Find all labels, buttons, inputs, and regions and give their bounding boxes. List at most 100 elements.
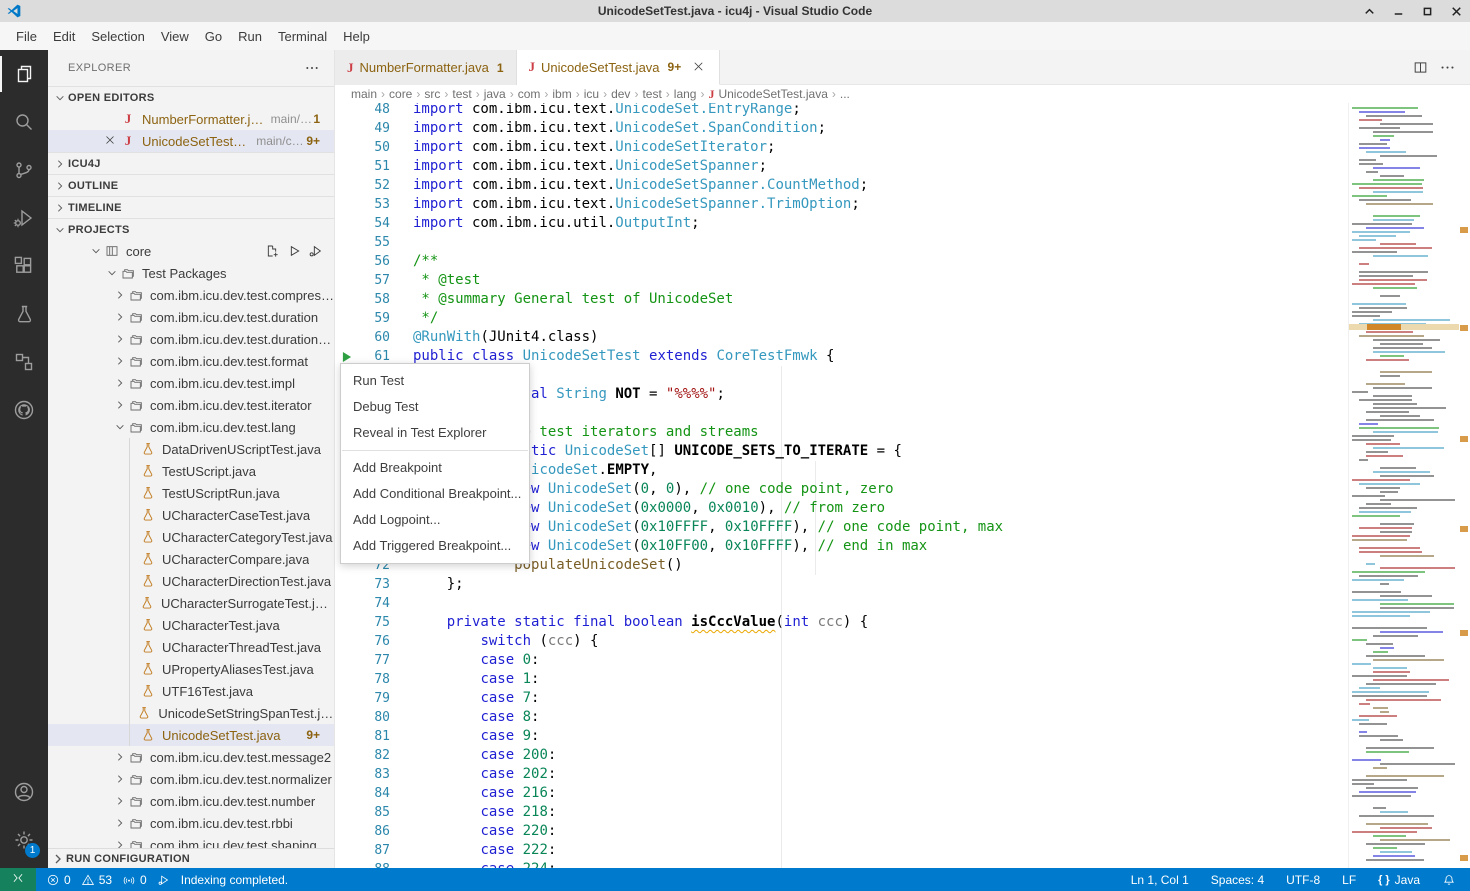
debug-alt-icon[interactable] xyxy=(308,243,324,259)
menu-item-debug-test[interactable]: Debug Test xyxy=(341,394,529,420)
tree-item-core[interactable]: core xyxy=(48,240,334,262)
close-window-icon[interactable] xyxy=(1449,4,1464,19)
section-timeline[interactable]: TIMELINE xyxy=(48,196,334,218)
tree-item-testuscript-java[interactable]: TestUScript.java xyxy=(48,460,334,482)
menu-item-add-conditional-breakpoint-[interactable]: Add Conditional Breakpoint... xyxy=(341,481,529,507)
breadcrumb-item[interactable]: main xyxy=(351,87,377,101)
testing-icon[interactable] xyxy=(0,290,48,338)
menu-item-add-logpoint-[interactable]: Add Logpoint... xyxy=(341,507,529,533)
split-editor-icon[interactable] xyxy=(1412,59,1429,76)
breadcrumb-item[interactable]: dev xyxy=(611,87,630,101)
tree-item-unicodesettest-java[interactable]: UnicodeSetTest.java9+ xyxy=(48,724,334,746)
tree-item-com-ibm-icu-dev-test-duration-l-[interactable]: com.ibm.icu.dev.test.duration.l... xyxy=(48,328,334,350)
explorer-icon[interactable] xyxy=(0,50,48,98)
section-icu4j[interactable]: ICU4J xyxy=(48,152,334,174)
extensions-icon[interactable] xyxy=(0,242,48,290)
tree-item-unicodesetstringspantest-java[interactable]: UnicodeSetStringSpanTest.java xyxy=(48,702,334,724)
menu-item-add-triggered-breakpoint-[interactable]: Add Triggered Breakpoint... xyxy=(341,533,529,559)
close-editor-icon[interactable] xyxy=(100,133,120,149)
section-outline[interactable]: OUTLINE xyxy=(48,174,334,196)
tree-item-ucharactercompare-java[interactable]: UCharacterCompare.java xyxy=(48,548,334,570)
menu-run[interactable]: Run xyxy=(230,26,270,47)
tree-item-com-ibm-icu-dev-test-lang[interactable]: com.ibm.icu.dev.test.lang xyxy=(48,416,334,438)
status-bell[interactable] xyxy=(1442,873,1456,887)
status-broadcast[interactable]: 0 xyxy=(122,873,147,887)
references-icon[interactable] xyxy=(0,338,48,386)
minimize-icon[interactable] xyxy=(1391,4,1406,19)
status-debug-status[interactable] xyxy=(157,873,171,887)
menu-file[interactable]: File xyxy=(8,26,45,47)
section-run-configuration[interactable]: RUN CONFIGURATION xyxy=(48,848,334,868)
breadcrumb-item[interactable]: core xyxy=(389,87,412,101)
breadcrumb-item[interactable]: test xyxy=(642,87,661,101)
breadcrumb-item[interactable]: com xyxy=(518,87,541,101)
new-file-icon[interactable] xyxy=(264,243,280,259)
more-actions-icon[interactable] xyxy=(304,60,320,76)
menu-selection[interactable]: Selection xyxy=(83,26,152,47)
tree-item-ucharactercasetest-java[interactable]: UCharacterCaseTest.java xyxy=(48,504,334,526)
status-lf[interactable]: LF xyxy=(1342,873,1356,887)
maximize-icon[interactable] xyxy=(1420,4,1435,19)
tree-item-com-ibm-icu-dev-test-number[interactable]: com.ibm.icu.dev.test.number xyxy=(48,790,334,812)
tree-item-com-ibm-icu-dev-test-iterator[interactable]: com.ibm.icu.dev.test.iterator xyxy=(48,394,334,416)
settings-gear-icon[interactable]: 1 xyxy=(0,816,48,864)
tab-numberformatter.java[interactable]: JNumberFormatter.java1 xyxy=(335,50,517,85)
menu-go[interactable]: Go xyxy=(197,26,230,47)
run-debug-icon[interactable] xyxy=(0,194,48,242)
breadcrumb-item[interactable]: ibm xyxy=(552,87,571,101)
breadcrumb-item[interactable]: test xyxy=(452,87,471,101)
breadcrumb-item[interactable]: java xyxy=(484,87,506,101)
minimap[interactable] xyxy=(1348,103,1458,868)
breadcrumb-item[interactable]: icu xyxy=(584,87,599,101)
menu-item-reveal-in-test-explorer[interactable]: Reveal in Test Explorer xyxy=(341,420,529,446)
status-java[interactable]: { }Java xyxy=(1378,873,1420,887)
run-test-gutter-icon[interactable] xyxy=(340,350,354,364)
menu-item-run-test[interactable]: Run Test xyxy=(341,368,529,394)
tree-item-ucharactertest-java[interactable]: UCharacterTest.java xyxy=(48,614,334,636)
remote-indicator[interactable] xyxy=(0,868,36,891)
tree-item-datadrivenuscripttest-java[interactable]: DataDrivenUScriptTest.java xyxy=(48,438,334,460)
tree-item-test-packages[interactable]: Test Packages xyxy=(48,262,334,284)
menu-item-add-breakpoint[interactable]: Add Breakpoint xyxy=(341,455,529,481)
status-utf-8[interactable]: UTF-8 xyxy=(1286,873,1320,887)
menu-help[interactable]: Help xyxy=(335,26,378,47)
breadcrumb-item[interactable]: ... xyxy=(840,87,850,101)
tab-unicodesettest.java[interactable]: JUnicodeSetTest.java9+ xyxy=(517,50,721,85)
status-spaces-4[interactable]: Spaces: 4 xyxy=(1211,873,1264,887)
section-projects[interactable]: PROJECTS xyxy=(48,218,334,240)
github-icon[interactable] xyxy=(0,386,48,434)
search-icon[interactable] xyxy=(0,98,48,146)
breadcrumb-item[interactable]: lang xyxy=(674,87,697,101)
open-editor-item[interactable]: JNumberFormatter.javamain/c...1 xyxy=(48,108,334,130)
menu-terminal[interactable]: Terminal xyxy=(270,26,335,47)
tree-item-com-ibm-icu-dev-test-impl[interactable]: com.ibm.icu.dev.test.impl xyxy=(48,372,334,394)
tree-item-upropertyaliasestest-java[interactable]: UPropertyAliasesTest.java xyxy=(48,658,334,680)
tree-item-com-ibm-icu-dev-test-compressi-[interactable]: com.ibm.icu.dev.test.compressi... xyxy=(48,284,334,306)
section-open-editors[interactable]: OPEN EDITORS xyxy=(48,86,334,108)
status-ln-1-col-1[interactable]: Ln 1, Col 1 xyxy=(1131,873,1189,887)
tree-item-ucharacterthreadtest-java[interactable]: UCharacterThreadTest.java xyxy=(48,636,334,658)
tree-item-com-ibm-icu-dev-test-format[interactable]: com.ibm.icu.dev.test.format xyxy=(48,350,334,372)
breadcrumb-item[interactable]: src xyxy=(424,87,440,101)
more-actions-icon[interactable] xyxy=(1439,59,1456,76)
tree-item-ucharactersurrogatetest-java[interactable]: UCharacterSurrogateTest.java xyxy=(48,592,334,614)
status-error-circle[interactable]: 0 xyxy=(46,873,71,887)
tree-item-com-ibm-icu-dev-test-message2[interactable]: com.ibm.icu.dev.test.message2 xyxy=(48,746,334,768)
open-editor-item[interactable]: JUnicodeSetTest.javamain/cor...9+ xyxy=(48,130,334,152)
account-icon[interactable] xyxy=(0,768,48,816)
status-warning[interactable]: 53 xyxy=(81,873,112,887)
run-icon[interactable] xyxy=(286,243,302,259)
status-indexing-completed-[interactable]: Indexing completed. xyxy=(181,873,288,887)
chevron-up-icon[interactable] xyxy=(1362,4,1377,19)
source-control-icon[interactable] xyxy=(0,146,48,194)
breadcrumb-item[interactable]: JUnicodeSetTest.java xyxy=(708,87,827,102)
tree-item-testuscriptrun-java[interactable]: TestUScriptRun.java xyxy=(48,482,334,504)
tree-item-com-ibm-icu-dev-test-normalizer[interactable]: com.ibm.icu.dev.test.normalizer xyxy=(48,768,334,790)
tree-item-com-ibm-icu-dev-test-rbbi[interactable]: com.ibm.icu.dev.test.rbbi xyxy=(48,812,334,834)
tree-item-ucharactercategorytest-java[interactable]: UCharacterCategoryTest.java xyxy=(48,526,334,548)
close-tab-icon[interactable] xyxy=(691,59,707,75)
menu-view[interactable]: View xyxy=(153,26,197,47)
tree-item-ucharacterdirectiontest-java[interactable]: UCharacterDirectionTest.java xyxy=(48,570,334,592)
tree-item-com-ibm-icu-dev-test-duration[interactable]: com.ibm.icu.dev.test.duration xyxy=(48,306,334,328)
menu-edit[interactable]: Edit xyxy=(45,26,83,47)
